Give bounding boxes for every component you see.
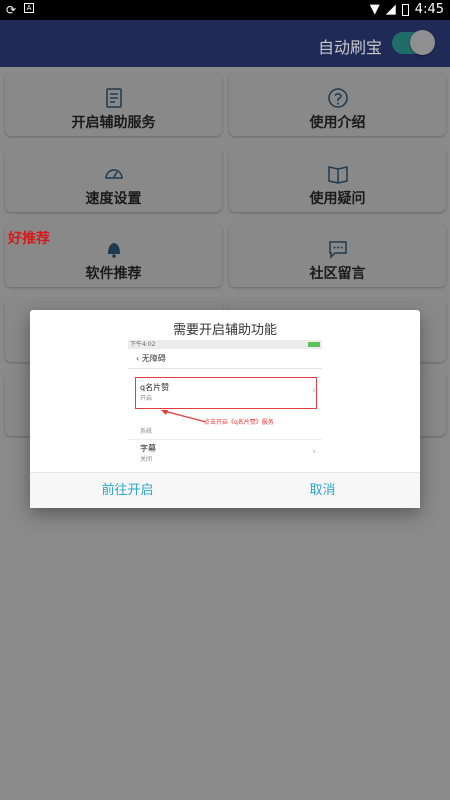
book-icon: [327, 166, 348, 184]
screenshot-time: 下午4:02: [130, 341, 156, 348]
card-community[interactable]: 社区留言: [229, 224, 446, 287]
screenshot-nav-title: 无障碍: [141, 354, 166, 363]
accessibility-dialog: 需要开启辅助功能 下午4:02 ‹ 无障碍 q名片赞 开启 › 点击开启《q名片…: [30, 310, 420, 508]
chevron-right-icon: ›: [312, 447, 316, 457]
screenshot-row: 系统: [128, 426, 322, 440]
help-circle-icon: [327, 88, 348, 108]
cancel-button[interactable]: 取消: [225, 473, 420, 509]
clock-time: 4:45: [414, 2, 444, 17]
instruction-screenshot: 下午4:02 ‹ 无障碍 q名片赞 开启 › 点击开启《q名片赞》服务 系统 字…: [128, 340, 322, 478]
speedometer-icon: [104, 169, 123, 179]
auto-refresh-label: 自动刷宝: [317, 38, 382, 57]
card-usage-intro[interactable]: 使用介绍: [229, 73, 446, 136]
sync-icon: ⟳: [6, 3, 17, 17]
screenshot-status-bar: 下午4:02: [128, 340, 322, 349]
wifi-icon: ▼: [369, 2, 380, 17]
dialog-actions: 前往开启 取消: [30, 472, 420, 508]
highlight-box: [135, 377, 317, 409]
screenshot-row-sub: 关闭: [140, 456, 153, 463]
keyboard-icon: [105, 88, 122, 108]
go-enable-button[interactable]: 前往开启: [30, 473, 225, 509]
screenshot-header: ‹ 无障碍: [128, 349, 322, 369]
recommend-badge: 好推荐: [8, 231, 50, 247]
a-icon: A: [24, 3, 35, 13]
app-bar: 自动刷宝: [0, 20, 450, 67]
bell-icon: [107, 243, 120, 258]
signal-icon: ◢: [385, 2, 396, 17]
auto-refresh-toggle[interactable]: [392, 30, 435, 55]
arrow-icon: [161, 410, 207, 423]
screenshot-row: 字幕 关闭 ›: [128, 443, 322, 463]
screenshot-annotation: 点击开启《q名片赞》服务: [204, 419, 274, 426]
screenshot-battery-icon: [308, 342, 320, 347]
card-speed-settings[interactable]: 速度设置: [5, 149, 222, 212]
status-bar: ⟳ A ▼ ◢ 4:45: [0, 0, 450, 20]
toggle-knob[interactable]: [410, 30, 435, 55]
screenshot-row-sub: 系统: [140, 428, 153, 435]
card-label: 软件推荐: [85, 266, 142, 282]
card-label: 速度设置: [85, 191, 142, 207]
screenshot-row-title: 字幕: [140, 444, 156, 453]
battery-icon: [401, 3, 409, 16]
card-enable-accessibility[interactable]: 开启辅助服务: [5, 73, 222, 136]
card-label: 使用疑问: [309, 191, 366, 207]
card-label: 社区留言: [309, 266, 366, 282]
dialog-title: 需要开启辅助功能: [172, 323, 277, 338]
card-label: 开启辅助服务: [71, 115, 156, 131]
card-label: 使用介绍: [309, 115, 366, 131]
card-faq[interactable]: 使用疑问: [229, 149, 446, 212]
chat-icon: [328, 241, 347, 259]
